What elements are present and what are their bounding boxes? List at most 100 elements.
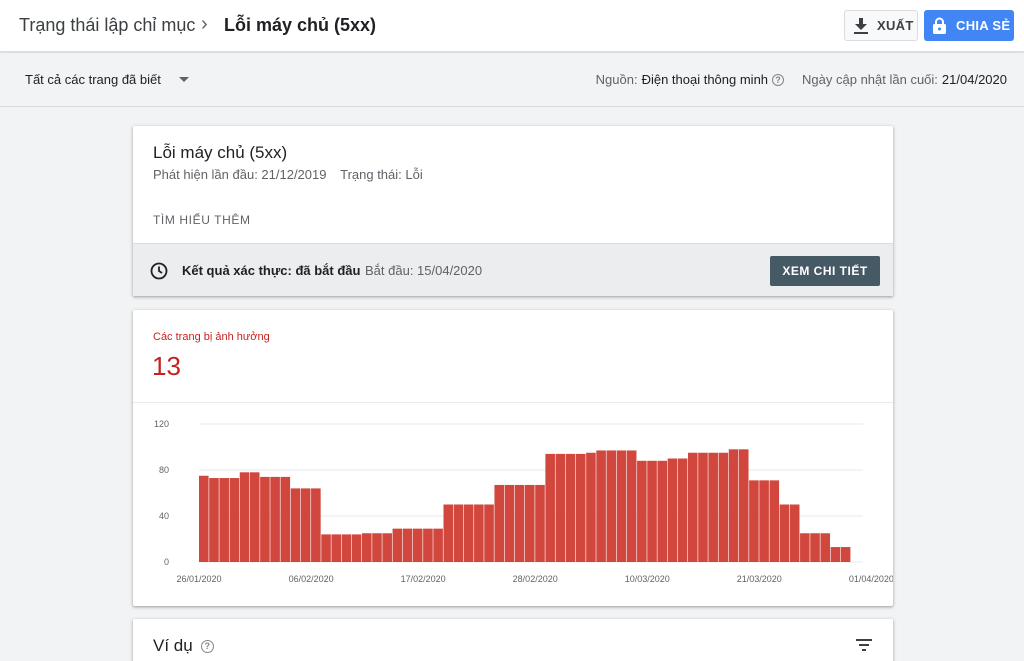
export-label: XUẤT (877, 18, 914, 33)
chart-bar (688, 452, 698, 562)
top-bar: Trạng thái lập chỉ mục › Lỗi máy chủ (5x… (0, 0, 1024, 52)
help-icon[interactable]: ? (200, 639, 214, 653)
source-value: Điện thoại thông minh (641, 72, 769, 87)
validation-bar: Kết quả xác thực: đã bắt đầu Bắt đầu: 15… (133, 243, 893, 296)
chart-bar (219, 478, 229, 562)
examples-card: Ví dụ ? (133, 619, 893, 661)
report-meta: Nguồn: Điện thoại thông minh ? Ngày cập … (596, 72, 1007, 87)
x-tick-label: 06/02/2020 (289, 574, 334, 584)
chart-bar (657, 460, 668, 562)
issue-meta: Phát hiện lần đầu: 21/12/2019 Trạng thái… (153, 167, 423, 182)
updated-label: Ngày cập nhật lần cuối: (802, 72, 938, 87)
breadcrumb-separator-icon: › (201, 13, 208, 35)
affected-pages-card: Các trang bị ảnh hưởng 13 0 40 80 120 26/01/… (133, 310, 893, 606)
chart-bar (494, 484, 505, 562)
chart-bar (830, 547, 841, 562)
affected-pages-label: Các trang bị ảnh hưởng (153, 331, 270, 343)
y-tick-label: 0 (164, 557, 169, 567)
chart-bar (372, 533, 382, 562)
chart-bar (555, 453, 566, 562)
examples-title: Ví dụ ? (153, 636, 214, 656)
help-icon[interactable]: ? (772, 73, 785, 86)
chart-bar (708, 452, 718, 562)
chart-bar (443, 504, 454, 562)
chart-bar (199, 475, 209, 562)
chart-bar (565, 453, 576, 562)
affected-pages-chart: 0 40 80 120 26/01/2020 06/02/2020 17/02/2020 28… (154, 419, 893, 584)
chart-bar (280, 476, 291, 562)
first-detected: Phát hiện lần đầu: 21/12/2019 (153, 167, 327, 182)
issue-status: Trạng thái: Lỗi (340, 167, 423, 182)
chart-bar (249, 472, 260, 562)
y-tick-label: 120 (154, 419, 169, 429)
chart-bar (759, 480, 769, 562)
source-label: Nguồn: (595, 72, 638, 87)
x-tick-label: 21/03/2020 (737, 574, 782, 584)
chart-bar (412, 528, 423, 562)
x-tick-label: 01/04/2020 (849, 574, 893, 584)
chart-bar (463, 504, 474, 562)
y-tick-label: 40 (159, 511, 169, 521)
chart-bar (718, 452, 729, 562)
divider (133, 402, 893, 403)
chart-bar (433, 528, 443, 562)
chart-bar (484, 504, 494, 562)
chart-bar (392, 528, 403, 562)
chart-bar (341, 534, 352, 562)
chart-bar (209, 478, 219, 562)
chart-bar (749, 480, 759, 562)
chart-bar (260, 476, 270, 562)
chart-bar (840, 547, 851, 562)
breadcrumb-parent[interactable]: Trạng thái lập chỉ mục (19, 15, 195, 36)
share-button[interactable]: CHIA SẺ (924, 10, 1014, 41)
chart-bar (698, 452, 708, 562)
x-tick-label: 17/02/2020 (401, 574, 446, 584)
clock-icon (150, 262, 168, 280)
chart-bar (270, 476, 280, 562)
chart-bar (474, 504, 484, 562)
chart-bar (728, 449, 739, 562)
chart-bar (514, 484, 525, 562)
chart-bar (810, 533, 820, 562)
issue-card: Lỗi máy chủ (5xx) Phát hiện lần đầu: 21/… (133, 126, 893, 296)
validation-started: Bắt đầu: 15/04/2020 (365, 263, 483, 278)
chart-bar (239, 472, 250, 562)
examples-title-text: Ví dụ (153, 636, 193, 655)
chart-bar (535, 484, 545, 562)
chart-bar (738, 449, 749, 562)
page-title: Lỗi máy chủ (5xx) (224, 15, 377, 35)
affected-pages-count: 13 (152, 351, 181, 381)
chart-bar (606, 450, 617, 562)
chart-bar (596, 450, 606, 562)
learn-more-link[interactable]: TÌM HIỂU THÊM (153, 213, 251, 227)
updated-value: 21/04/2020 (941, 72, 1007, 87)
download-icon (854, 17, 868, 34)
chart-bar (402, 528, 413, 562)
see-details-button[interactable]: XEM CHI TIẾT (770, 256, 880, 286)
pages-filter-value: Tất cả các trang đã biết (25, 72, 161, 87)
x-tick-label: 26/01/2020 (176, 574, 221, 584)
chart-bar (229, 478, 240, 562)
chart-bar (423, 528, 433, 562)
chart-bar (820, 533, 831, 562)
chevron-down-icon (178, 77, 189, 82)
chart-bar (504, 484, 515, 562)
filter-icon[interactable] (856, 639, 872, 651)
pages-filter-dropdown[interactable]: Tất cả các trang đã biết (25, 72, 189, 87)
chart-bar (626, 450, 637, 562)
chart-bar (647, 460, 657, 562)
chart-bar (382, 533, 392, 562)
chart-bar (769, 480, 780, 562)
y-tick-label: 80 (159, 465, 169, 475)
chart-bar (351, 534, 362, 562)
chart-bar (321, 534, 331, 562)
chart-bar (677, 458, 688, 562)
chart-bar (616, 450, 627, 562)
x-tick-label: 10/03/2020 (625, 574, 670, 584)
export-button[interactable]: XUẤT (844, 10, 918, 41)
chart-bar (545, 453, 555, 562)
chart-bar (311, 488, 321, 562)
chart-bar (362, 533, 372, 562)
chart-bar (300, 488, 311, 562)
chart-bar (525, 484, 535, 562)
